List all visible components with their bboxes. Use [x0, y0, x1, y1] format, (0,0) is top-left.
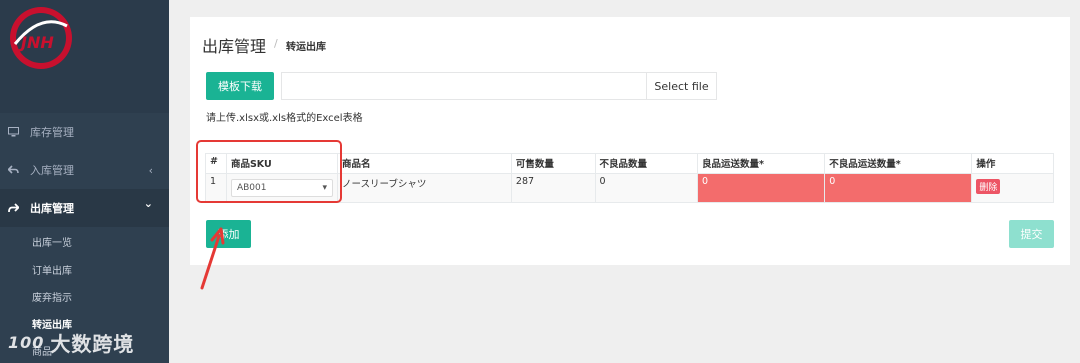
select-file-button[interactable]: Select file: [647, 72, 717, 100]
cell-defective: 0: [594, 173, 698, 203]
monitor-icon: [0, 127, 30, 137]
cell-available: 287: [510, 173, 596, 203]
reply-arrow-icon: [0, 165, 30, 175]
watermark-logo: 100: [8, 333, 45, 352]
sidebar-item-label: 入库管理: [30, 164, 74, 177]
chevron-down-icon: ⌄: [143, 197, 153, 210]
col-header-name: 商品名: [336, 153, 512, 174]
sidebar-item-label: 库存管理: [30, 126, 74, 139]
breadcrumb: 转运出库: [286, 42, 326, 53]
watermark-text: 大数跨境: [50, 332, 135, 356]
cell-product-name: ノースリーブシャツ: [336, 173, 512, 203]
file-path-input[interactable]: [281, 72, 647, 100]
sidebar-subitem-order-outbound[interactable]: 订单出库: [32, 262, 72, 277]
svg-text:JNH: JNH: [18, 33, 54, 52]
sidebar-subitem-disposal[interactable]: 废弃指示: [32, 289, 72, 304]
submit-button[interactable]: 提交: [1009, 220, 1054, 248]
breadcrumb-separator: /: [274, 37, 278, 50]
col-header-bad-ship: 不良品运送数量*: [824, 153, 973, 174]
good-ship-input[interactable]: 0: [696, 173, 826, 203]
share-arrow-icon: [0, 203, 30, 213]
cell-action: 删除: [971, 173, 1054, 203]
sidebar-item-outbound[interactable]: 出库管理 ⌄: [0, 189, 169, 227]
col-header-action: 操作: [971, 153, 1054, 174]
col-header-defective: 不良品数量: [594, 153, 698, 174]
template-download-button[interactable]: 模板下载: [206, 72, 274, 100]
sidebar-subitem-outbound-list[interactable]: 出库一览: [32, 234, 72, 249]
col-header-available: 可售数量: [510, 153, 596, 174]
bad-ship-input[interactable]: 0: [824, 173, 973, 203]
delete-button[interactable]: 删除: [976, 179, 1001, 194]
annotation-highlight-box: [196, 140, 342, 203]
chevron-left-icon: ‹: [148, 163, 153, 177]
sidebar-item-inbound[interactable]: 入库管理 ‹: [0, 151, 169, 189]
logo-area: JNH: [0, 0, 169, 113]
sidebar-item-inventory[interactable]: 库存管理: [0, 113, 169, 151]
brand-logo: JNH: [7, 4, 75, 72]
col-header-good-ship: 良品运送数量*: [696, 153, 826, 174]
annotation-arrow-icon: [200, 227, 225, 290]
watermark: 100 大数跨境: [8, 328, 134, 357]
upload-hint: 请上传.xlsx或.xls格式的Excel表格: [206, 113, 363, 124]
sidebar-item-label: 出库管理: [30, 202, 74, 215]
page-title: 出库管理: [202, 37, 267, 56]
sidebar: JNH 库存管理 入库管理 ‹ 出库管理 ⌄ 出库一览 订单出库 废弃指示 转运…: [0, 0, 169, 363]
